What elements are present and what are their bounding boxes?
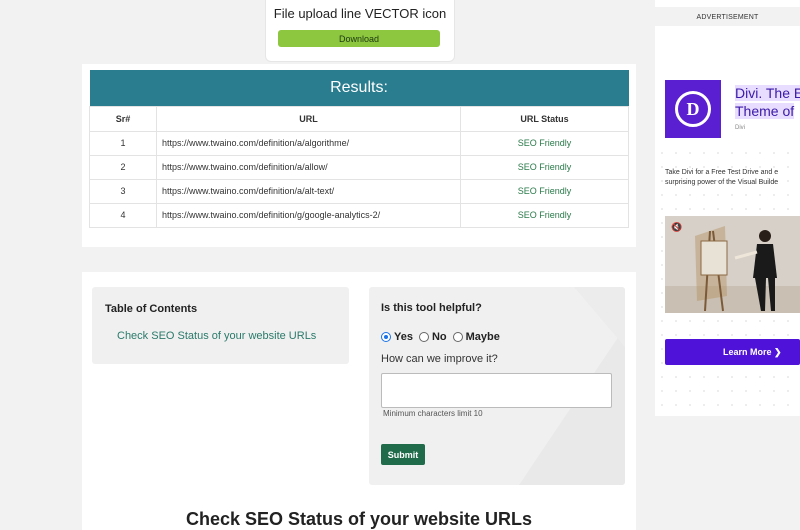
option-yes[interactable]: Yes <box>381 331 413 343</box>
divi-logo-letter: D <box>675 91 711 127</box>
row-url: https://www.twaino.com/definition/g/goog… <box>156 202 461 228</box>
ad-headline[interactable]: Divi. The E Theme of <box>735 84 800 120</box>
column-header-url: URL <box>156 105 461 132</box>
row-url: https://www.twaino.com/definition/a/alt-… <box>156 178 461 204</box>
divi-logo[interactable]: D <box>665 80 721 138</box>
option-no-label: No <box>431 331 447 343</box>
column-header-status: URL Status <box>460 105 629 132</box>
option-maybe-label: Maybe <box>465 331 500 343</box>
character-limit-note: Minimum characters limit 10 <box>383 409 483 418</box>
ad-top-strip <box>655 0 800 7</box>
row-status: SEO Friendly <box>460 154 629 180</box>
content-panel: Table of Contents Check SEO Status of yo… <box>82 272 636 530</box>
advertisement-label: ADVERTISEMENT <box>696 14 759 21</box>
ad-brand: Divi <box>735 125 745 131</box>
feedback-form: Is this tool helpful? Yes No Maybe How c… <box>369 287 625 485</box>
learn-more-button[interactable]: Learn More ❯ <box>665 339 800 365</box>
learn-more-label: Learn More <box>723 346 772 357</box>
row-status: SEO Friendly <box>460 202 629 228</box>
improve-textarea[interactable] <box>381 373 612 408</box>
ad-copy-line1: Take Divi for a Free Test Drive and e <box>665 169 779 176</box>
radio-no[interactable] <box>418 332 429 342</box>
row-sr: 3 <box>89 178 157 204</box>
advertisement[interactable]: D Divi. The E Theme of Divi Take Divi fo… <box>655 26 800 416</box>
row-status: SEO Friendly <box>460 178 629 204</box>
toc-title: Table of Contents <box>105 303 198 315</box>
radio-maybe[interactable] <box>452 332 463 342</box>
ad-video-image[interactable]: 🔇 <box>665 216 800 313</box>
table-row: 2 https://www.twaino.com/definition/a/al… <box>89 154 629 180</box>
file-upload-card: File upload line VECTOR icon Download <box>265 0 455 62</box>
download-button[interactable]: Download <box>278 30 440 47</box>
table-row: 4 https://www.twaino.com/definition/g/go… <box>89 202 629 228</box>
submit-button[interactable]: Submit <box>381 444 425 465</box>
improve-label: How can we improve it? <box>381 353 498 365</box>
radio-yes[interactable] <box>381 332 391 342</box>
option-yes-label: Yes <box>394 331 413 343</box>
painter-illustration <box>665 216 800 313</box>
column-header-sr: Sr# <box>89 105 157 132</box>
table-row: 1 https://www.twaino.com/definition/a/al… <box>89 130 629 156</box>
feedback-options: Yes No Maybe <box>381 331 506 343</box>
ad-headline-line1: Divi. The E <box>735 85 800 101</box>
results-panel: Results: Sr# URL URL Status 1 https://ww… <box>82 64 636 247</box>
table-row: 3 https://www.twaino.com/definition/a/al… <box>89 178 629 204</box>
row-url: https://www.twaino.com/definition/a/allo… <box>156 154 461 180</box>
row-status: SEO Friendly <box>460 130 629 156</box>
ad-copy-line2: surprising power of the Visual Builde <box>665 179 779 186</box>
row-sr: 4 <box>89 202 157 228</box>
ad-headline-line2: Theme of <box>735 103 795 119</box>
chevron-right-icon: ❯ <box>774 346 782 357</box>
row-sr: 1 <box>89 130 157 156</box>
page-heading: Check SEO Status of your website URLs <box>185 509 533 529</box>
option-no[interactable]: No <box>418 331 447 343</box>
results-table: Results: Sr# URL URL Status 1 https://ww… <box>89 70 629 228</box>
option-maybe[interactable]: Maybe <box>452 331 500 343</box>
file-card-title: File upload line VECTOR icon <box>273 6 447 21</box>
ad-copy: Take Divi for a Free Test Drive and e su… <box>665 168 800 188</box>
toc-link[interactable]: Check SEO Status of your website URLs <box>117 330 316 342</box>
muted-speaker-icon[interactable]: 🔇 <box>671 222 682 233</box>
row-sr: 2 <box>89 154 157 180</box>
table-of-contents: Table of Contents Check SEO Status of yo… <box>92 287 349 364</box>
row-url: https://www.twaino.com/definition/a/algo… <box>156 130 461 156</box>
feedback-question: Is this tool helpful? <box>381 302 482 314</box>
results-heading: Results: <box>89 70 629 106</box>
